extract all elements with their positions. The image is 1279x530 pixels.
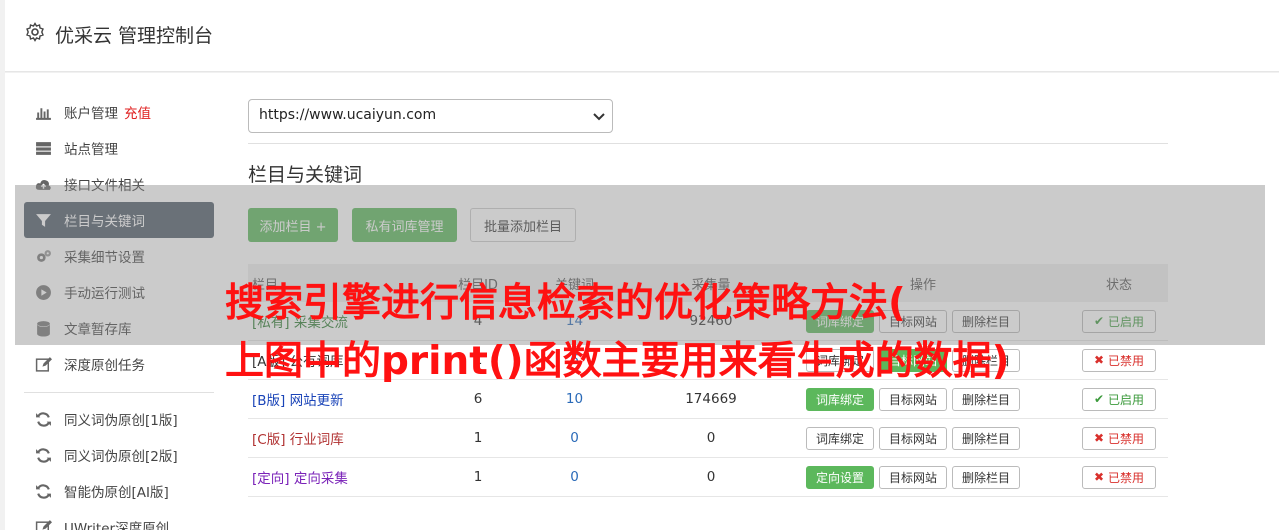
keyword-count-link[interactable]: 0: [503, 430, 646, 446]
sidebar-item-synonym-v1[interactable]: 同义词伪原创[1版]: [24, 401, 214, 437]
column-name-link[interactable]: [B版] 网站更新: [248, 389, 453, 409]
check-icon: ✔: [1094, 392, 1105, 406]
status-toggle[interactable]: ✔ 已启用: [1082, 387, 1156, 411]
edit-icon: [35, 519, 52, 530]
section-title: 栏目与关键词: [248, 164, 363, 186]
sidebar-item-label: 同义词伪原创[1版]: [64, 413, 178, 429]
status-toggle[interactable]: ✖ 已禁用: [1082, 348, 1156, 372]
cross-icon: ✖: [1094, 353, 1105, 367]
refresh-icon: [36, 447, 51, 463]
target-site-button[interactable]: 目标网站: [879, 426, 948, 450]
server-icon: [36, 141, 51, 155]
status-label: 已启用: [1107, 392, 1144, 407]
target-site-button[interactable]: 目标网站: [879, 465, 948, 489]
directed-settings-button[interactable]: 定向设置: [806, 465, 875, 489]
refresh-icon: [36, 483, 51, 499]
collect-count: 0: [706, 430, 716, 446]
sidebar-divider: [24, 392, 214, 393]
sidebar-item-uwriter[interactable]: UWriter深度原创: [24, 509, 214, 530]
column-name-link[interactable]: [定向] 定向采集: [248, 467, 453, 487]
refresh-icon: [36, 411, 51, 427]
cross-icon: ✖: [1094, 431, 1105, 445]
overlay-caption-line1: 搜索引擎进行信息检索的优化策略方法(: [225, 281, 906, 326]
site-select[interactable]: https://www.ucaiyun.com: [248, 99, 613, 133]
collect-count: 174669: [685, 391, 737, 407]
sidebar-item-label: 站点管理: [64, 142, 118, 158]
keyword-count-link[interactable]: 10: [503, 391, 646, 407]
lexicon-bind-button[interactable]: 词库绑定: [806, 426, 875, 450]
status-toggle[interactable]: ✖ 已禁用: [1082, 465, 1156, 489]
status-label: 已禁用: [1107, 353, 1144, 368]
app-title: 优采云 管理控制台: [55, 25, 214, 47]
column-id: 6: [473, 391, 483, 407]
sidebar-item-ai-rewrite[interactable]: 智能伪原创[AI版]: [24, 473, 214, 509]
delete-column-button[interactable]: 删除栏目: [952, 465, 1021, 489]
recharge-link[interactable]: 充值: [124, 102, 151, 122]
divider: [248, 143, 1168, 144]
column-id: 1: [473, 469, 483, 485]
sidebar-item-sites[interactable]: 站点管理: [24, 130, 214, 166]
chevron-down-icon: [593, 113, 605, 121]
edit-icon: [35, 356, 52, 372]
keyword-count-link[interactable]: 0: [503, 469, 646, 485]
sidebar-item-label: UWriter深度原创: [64, 521, 170, 530]
sidebar-item-label: 深度原创任务: [64, 358, 145, 374]
bar-chart-icon: [36, 107, 51, 120]
sidebar-item-synonym-v2[interactable]: 同义词伪原创[2版]: [24, 437, 214, 473]
lexicon-bind-button[interactable]: 词库绑定: [806, 387, 875, 411]
delete-column-button[interactable]: 删除栏目: [952, 387, 1021, 411]
status-label: 已禁用: [1107, 470, 1144, 485]
site-select-value: https://www.ucaiyun.com: [259, 107, 437, 123]
sidebar-item-deep-original[interactable]: 深度原创任务: [24, 346, 214, 382]
sidebar-item-label: 同义词伪原创[2版]: [64, 449, 178, 465]
cross-icon: ✖: [1094, 470, 1105, 484]
overlay-caption-line2: 上图中的print()函数主要用来看生成的数据): [225, 339, 1010, 384]
status-toggle[interactable]: ✖ 已禁用: [1082, 426, 1156, 450]
sidebar-item-label: 智能伪原创[AI版]: [64, 485, 169, 501]
sidebar-item-label: 账户管理: [64, 106, 118, 122]
status-label: 已禁用: [1107, 431, 1144, 446]
collect-count: 0: [706, 469, 716, 485]
column-name-link[interactable]: [C版] 行业词库: [248, 428, 453, 448]
target-site-button[interactable]: 目标网站: [879, 387, 948, 411]
table-row: [定向] 定向采集 1 0 0 定向设置 目标网站 删除栏目 ✖ 已禁用: [248, 458, 1168, 497]
table-row: [C版] 行业词库 1 0 0 词库绑定 目标网站 删除栏目 ✖ 已禁用: [248, 419, 1168, 458]
delete-column-button[interactable]: 删除栏目: [952, 426, 1021, 450]
gear-icon[interactable]: [25, 22, 45, 42]
sidebar-item-account[interactable]: 账户管理 充值: [24, 94, 214, 130]
app-header: 优采云 管理控制台: [5, 0, 1279, 72]
column-id: 1: [473, 430, 483, 446]
